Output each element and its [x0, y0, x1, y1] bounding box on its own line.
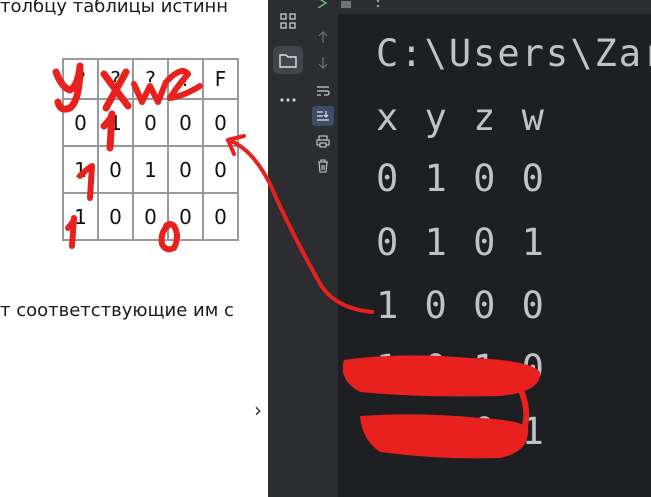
table-row: 1 0 0 0 0 [62, 192, 239, 241]
table-cell: 0 [202, 145, 239, 194]
paragraph-top: толбцу таблицы истинн [0, 0, 229, 17]
console-line: 1 1 0 1 [376, 410, 546, 453]
stop-icon[interactable] [340, 0, 352, 8]
console-toolbar [308, 14, 338, 497]
run-toolbar [308, 0, 651, 15]
more-horizontal-icon[interactable] [276, 90, 300, 110]
table-cell: 0 [97, 145, 134, 194]
table-row: 1 0 1 0 0 [62, 145, 239, 194]
table-cell: 0 [132, 192, 169, 241]
run-icon[interactable] [314, 0, 330, 10]
console-line: 0 1 0 0 [376, 157, 546, 200]
table-cell: ? [62, 58, 99, 100]
table-cell: ? [132, 58, 169, 100]
ide-panel: C:\Users\Zar x y z w 0 1 0 0 0 1 0 1 1 0… [268, 0, 651, 497]
table-cell: 1 [62, 192, 99, 241]
table-cell: 0 [202, 192, 239, 241]
table-cell: F [202, 58, 239, 100]
table-header-row: ? ? ? ? F [62, 58, 239, 100]
more-vertical-icon[interactable] [373, 0, 383, 10]
trash-icon[interactable] [314, 157, 332, 175]
console-line: 1 0 1 0 [376, 347, 546, 390]
table-cell: 0 [167, 192, 204, 241]
scroll-to-end-icon[interactable] [312, 106, 334, 126]
console-output[interactable]: C:\Users\Zar x y z w 0 1 0 0 0 1 0 1 1 0… [338, 14, 651, 497]
arrow-up-icon[interactable] [314, 28, 332, 46]
soft-wrap-icon[interactable] [314, 82, 332, 100]
console-line: 0 1 0 1 [376, 221, 546, 264]
tool-window-bar [268, 0, 309, 497]
table-cell: 0 [132, 98, 169, 147]
table-cell: 1 [97, 98, 134, 147]
console-line: C:\Users\Zar [376, 32, 651, 75]
table-cell: 0 [62, 98, 99, 147]
truth-table: ? ? ? ? F 0 1 0 0 0 1 0 1 0 0 1 0 0 0 0 [62, 58, 239, 241]
console-line: 1 0 0 0 [376, 284, 546, 327]
table-cell: 1 [132, 145, 169, 194]
table-cell: 0 [167, 98, 204, 147]
table-cell: 0 [202, 98, 239, 147]
table-cell: 1 [62, 145, 99, 194]
table-row: 0 1 0 0 0 [62, 98, 239, 147]
console-line: x y z w [376, 96, 546, 139]
grid-icon[interactable] [276, 10, 300, 32]
document-panel: толбцу таблицы истинн ? ? ? ? F 0 1 0 0 … [0, 0, 268, 497]
chevron-right-icon[interactable]: › [254, 398, 262, 422]
table-cell: 0 [167, 145, 204, 194]
print-icon[interactable] [314, 132, 332, 150]
paragraph-bottom: т соответствующие им с [0, 300, 234, 321]
table-cell: 0 [97, 192, 134, 241]
table-cell: ? [167, 58, 204, 100]
arrow-down-icon[interactable] [314, 54, 332, 72]
folder-icon[interactable] [273, 46, 303, 74]
table-cell: ? [97, 58, 134, 100]
